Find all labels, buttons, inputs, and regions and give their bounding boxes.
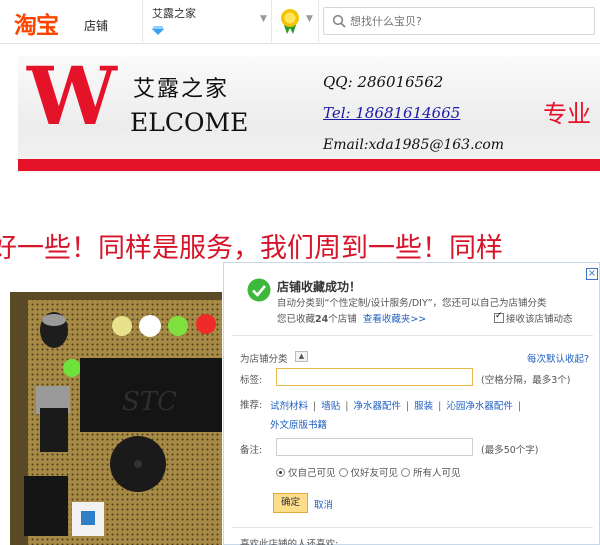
favorite-count-message: 您已收藏24个店铺 查看收藏夹>>	[277, 311, 426, 325]
taobao-top-bar: 淘宝 店铺 艾露之家 ▼ ▼	[0, 0, 600, 44]
welcome-initial: W	[27, 49, 117, 143]
note-label: 备注:	[240, 445, 263, 456]
chevron-down-icon[interactable]: ▼	[306, 14, 313, 24]
recommend-label: 推荐:	[240, 400, 263, 411]
receive-updates-checkbox[interactable]	[494, 311, 504, 323]
search-icon[interactable]	[332, 14, 346, 28]
auto-category-message: 自动分类到“个性定制/设计服务/DIY”，您还可以自己为店铺分类	[277, 298, 547, 309]
circuit-board-image: STC	[10, 292, 222, 545]
category-label: 为店铺分类	[240, 354, 288, 365]
diamond-icon	[152, 26, 164, 35]
recommend-tag[interactable]: 墙贴	[321, 401, 340, 412]
tag-input[interactable]	[276, 368, 473, 386]
favorite-count: 24	[315, 314, 329, 325]
tag-label: 标签:	[240, 375, 263, 386]
visibility-radio-all[interactable]	[401, 468, 411, 477]
tel-contact[interactable]: Tel: 18681614665	[323, 104, 460, 122]
recommend-tag[interactable]: 试剂材料	[270, 401, 308, 412]
shop-info-dropdown[interactable]: 艾露之家 ▼	[142, 0, 272, 44]
banner-slogan: 专业	[543, 100, 591, 128]
logo-subtitle: 店铺	[84, 19, 109, 33]
note-input[interactable]	[276, 438, 473, 456]
confirm-button[interactable]: 确定	[273, 493, 308, 513]
svg-text:STC: STC	[122, 387, 177, 417]
recommend-tag[interactable]: 外文原版书籍	[270, 420, 327, 431]
shop-name[interactable]: 艾露之家	[152, 5, 196, 21]
favorite-shop-dialog: × 店铺收藏成功！ 自动分类到“个性定制/设计服务/DIY”，您还可以自己为店铺…	[223, 262, 600, 545]
visibility-label-self[interactable]: 仅自己可见	[288, 468, 336, 479]
recommend-tag[interactable]: 净水器配件	[353, 401, 401, 412]
recommend-tag[interactable]: 沁园净水器配件	[446, 401, 513, 412]
scrolling-slogan: 好一些！同样是服务，我们周到一些！同样	[0, 226, 600, 262]
recommended-tags: 试剂材料 | 墙贴 | 净水器配件 | 服装 | 沁园净水器配件 | 外文原版书籍	[270, 401, 522, 431]
visibility-radio-friends[interactable]	[338, 468, 348, 477]
default-collapse-link[interactable]: 每次默认收起?	[527, 351, 589, 365]
shop-name-banner: 艾露之家	[133, 77, 230, 102]
collapse-toggle-button[interactable]: ▲	[295, 351, 308, 362]
divider	[232, 335, 593, 336]
visibility-label-all[interactable]: 所有人可见	[413, 468, 461, 479]
receive-updates-label[interactable]: 接收该店铺动态	[506, 314, 573, 325]
shop-credit-dropdown[interactable]: ▼	[273, 0, 319, 44]
also-liked-heading: 喜欢此店铺的人还喜欢:	[240, 539, 339, 545]
recommend-tag[interactable]: 服装	[414, 401, 433, 412]
dialog-title: 店铺收藏成功！	[277, 280, 362, 294]
visibility-radio-self[interactable]	[276, 468, 285, 477]
tag-hint: (空格分隔，最多3个)	[481, 375, 571, 386]
medal-icon	[281, 9, 299, 34]
note-hint: (最多50个字)	[481, 445, 539, 456]
cancel-button[interactable]: 取消	[314, 497, 333, 511]
count-suffix: 个店铺	[328, 314, 357, 325]
qq-contact: QQ: 286016562	[323, 73, 444, 91]
count-prefix: 您已收藏	[277, 314, 316, 325]
divider	[232, 527, 593, 528]
close-icon[interactable]: ×	[586, 268, 598, 280]
banner-red-stripe	[18, 159, 600, 171]
visibility-label-friends[interactable]: 仅好友可见	[351, 468, 399, 479]
visibility-options: 仅自己可见 仅好友可见 所有人可见	[273, 465, 461, 479]
taobao-logo[interactable]: 淘宝	[14, 6, 59, 40]
welcome-text: ELCOME	[130, 108, 249, 137]
search-input[interactable]	[350, 12, 580, 30]
search-box[interactable]	[323, 7, 595, 35]
receive-updates-option[interactable]: 接收该店铺动态	[494, 311, 573, 325]
product-photo[interactable]: STC	[10, 292, 222, 545]
success-check-icon	[247, 278, 271, 302]
view-favorites-link[interactable]: 查看收藏夹>>	[363, 314, 426, 325]
chevron-down-icon[interactable]: ▼	[260, 14, 267, 24]
email-contact: Email:xda1985@163.com	[323, 137, 505, 153]
slogan-text: 好一些！同样是服务，我们周到一些！同样	[0, 233, 503, 262]
